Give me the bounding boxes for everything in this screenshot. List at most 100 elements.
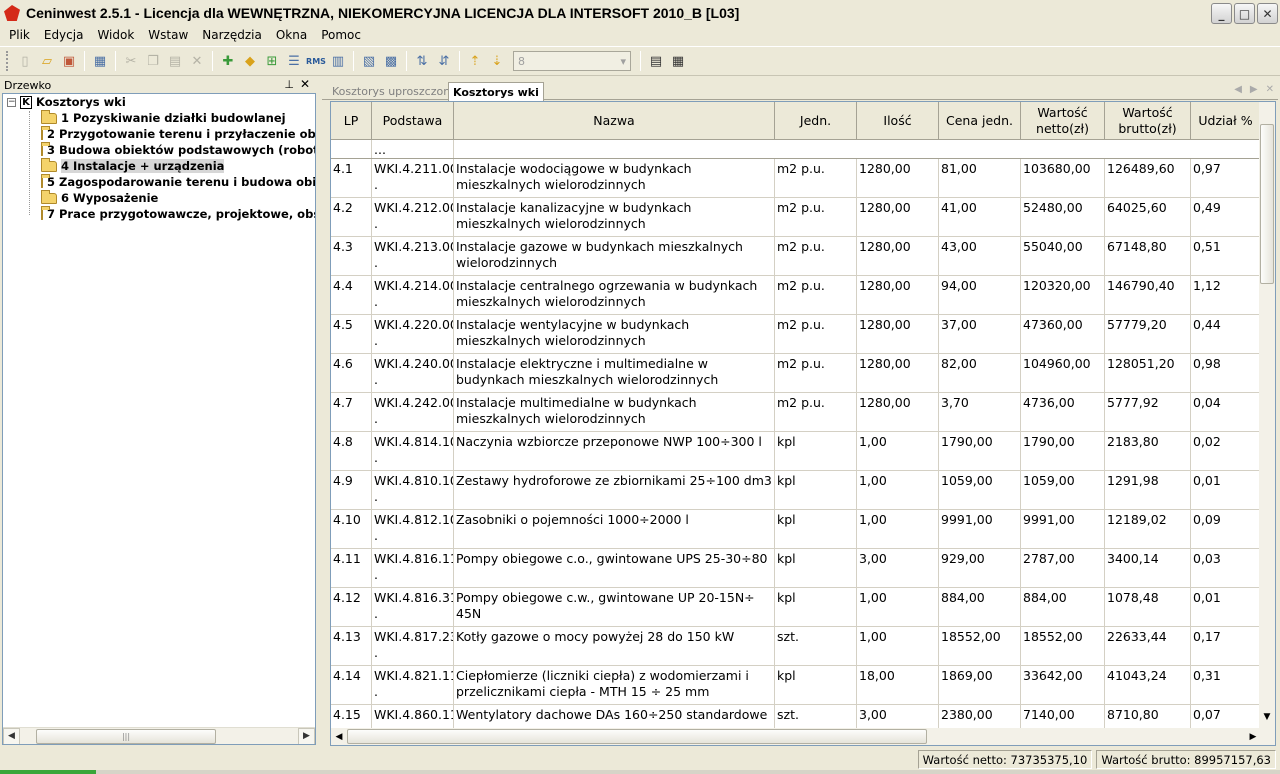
maximize-button[interactable]: □ — [1234, 3, 1255, 24]
cell-ilosc[interactable]: 3,00 — [857, 705, 939, 728]
cell-netto[interactable]: 33642,00 — [1021, 666, 1105, 704]
cell-jedn[interactable]: m2 p.u. — [775, 237, 857, 275]
cell-udzial[interactable]: 0,98 — [1191, 354, 1261, 392]
header-lp[interactable]: LP — [331, 102, 372, 139]
cell-cena[interactable]: 929,00 — [939, 549, 1021, 587]
cell-cena[interactable]: 2380,00 — [939, 705, 1021, 728]
cell-netto[interactable]: 47360,00 — [1021, 315, 1105, 353]
table-row[interactable]: 4.2 WKI.4.212.00 . Instalacje kanalizacyjn… — [331, 198, 1261, 237]
menu-okna[interactable]: Okna — [269, 28, 314, 42]
cell-netto[interactable]: 884,00 — [1021, 588, 1105, 626]
cell-brutto[interactable]: 1078,48 — [1105, 588, 1191, 626]
table-row[interactable]: 4.4 WKI.4.214.00 . Instalacje centralnego … — [331, 276, 1261, 315]
cell-nazwa[interactable]: Kotły gazowe o mocy powyżej 28 do 150 kW — [454, 627, 775, 665]
cell-netto[interactable]: 104960,00 — [1021, 354, 1105, 392]
new-file-icon[interactable]: ▯ — [15, 51, 35, 71]
cell-netto[interactable]: 52480,00 — [1021, 198, 1105, 236]
sort-descending-icon[interactable]: ⇵ — [434, 51, 454, 71]
cell-cena[interactable]: 3,70 — [939, 393, 1021, 431]
tree-item-3[interactable]: 3 Budowa obiektów podstawowych (roboty b… — [3, 141, 315, 158]
cell-brutto[interactable]: 64025,60 — [1105, 198, 1191, 236]
menu-edycja[interactable]: Edycja — [37, 28, 91, 42]
cell-udzial[interactable]: 0,17 — [1191, 627, 1261, 665]
tree-item-2[interactable]: 2 Przygotowanie terenu i przyłaczenie ob… — [3, 125, 315, 142]
cell-brutto[interactable]: 41043,24 — [1105, 666, 1191, 704]
cell-cena[interactable]: 1869,00 — [939, 666, 1021, 704]
toolbar-grip[interactable] — [6, 51, 9, 71]
export-icon[interactable]: ▦ — [90, 51, 110, 71]
cell-nazwa[interactable]: Instalacje multimedialne w budynkach mie… — [454, 393, 775, 431]
cell-nazwa[interactable]: Instalacje gazowe w budynkach mieszkalny… — [454, 237, 775, 275]
scroll-thumb[interactable] — [1260, 124, 1274, 284]
filter-cell[interactable]: ... — [372, 140, 454, 158]
rms-icon[interactable]: RMS — [306, 51, 326, 71]
cell-brutto[interactable]: 3400,14 — [1105, 549, 1191, 587]
cell-ilosc[interactable]: 1280,00 — [857, 198, 939, 236]
cell-netto[interactable]: 9991,00 — [1021, 510, 1105, 548]
cell-cena[interactable]: 9991,00 — [939, 510, 1021, 548]
cell-podstawa[interactable]: WKI.4.212.00 . — [372, 198, 454, 236]
cell-nazwa[interactable]: Instalacje centralnego ogrzewania w budy… — [454, 276, 775, 314]
table-row[interactable]: 4.11 WKI.4.816.11 . Pompy obiegowe c.o., g… — [331, 549, 1261, 588]
cell-ilosc[interactable]: 1280,00 — [857, 315, 939, 353]
cell-ilosc[interactable]: 1,00 — [857, 471, 939, 509]
cell-netto[interactable]: 18552,00 — [1021, 627, 1105, 665]
cut-icon[interactable]: ✂ — [121, 51, 141, 71]
cell-udzial[interactable]: 0,09 — [1191, 510, 1261, 548]
tree-item-7[interactable]: 7 Prace przygotowawcze, projektowe, obsł… — [3, 205, 315, 222]
tab-kosztorys-wki[interactable]: Kosztorys wki — [448, 82, 544, 101]
level-combo[interactable]: 8 ▾ — [513, 51, 631, 71]
menu-widok[interactable]: Widok — [90, 28, 141, 42]
cell-podstawa[interactable]: WKI.4.814.10 . — [372, 432, 454, 470]
paste-icon[interactable]: ▤ — [165, 51, 185, 71]
cell-cena[interactable]: 41,00 — [939, 198, 1021, 236]
cell-brutto[interactable]: 67148,80 — [1105, 237, 1191, 275]
cell-cena[interactable]: 37,00 — [939, 315, 1021, 353]
cell-netto[interactable]: 55040,00 — [1021, 237, 1105, 275]
cell-jedn[interactable]: szt. — [775, 705, 857, 728]
cell-udzial[interactable]: 0,49 — [1191, 198, 1261, 236]
cell-jedn[interactable]: kpl — [775, 432, 857, 470]
cell-lp[interactable]: 4.3 — [331, 237, 372, 275]
add-item-icon[interactable]: ✚ — [218, 51, 238, 71]
tree-root[interactable]: − K Kosztorys wki — [3, 94, 315, 110]
scroll-thumb[interactable]: ||| — [36, 728, 216, 744]
cell-nazwa[interactable]: Ciepłomierze (liczniki ciepła) z wodomie… — [454, 666, 775, 704]
cell-udzial[interactable]: 0,51 — [1191, 237, 1261, 275]
cell-lp[interactable]: 4.4 — [331, 276, 372, 314]
tree-structure-icon[interactable]: ⊞ — [262, 51, 282, 71]
scroll-right-icon[interactable]: ▶ — [298, 727, 315, 744]
cell-podstawa[interactable]: WKI.4.816.11 . — [372, 549, 454, 587]
cell-udzial[interactable]: 0,02 — [1191, 432, 1261, 470]
cell-udzial[interactable]: 0,97 — [1191, 159, 1261, 197]
table-row[interactable]: 4.1 WKI.4.211.00 . Instalacje wodociągowe … — [331, 159, 1261, 198]
cell-brutto[interactable]: 5777,92 — [1105, 393, 1191, 431]
cell-podstawa[interactable]: WKI.4.810.10 . — [372, 471, 454, 509]
header-jedn[interactable]: Jedn. — [775, 102, 857, 139]
cell-podstawa[interactable]: WKI.4.817.23 . — [372, 627, 454, 665]
report-icon[interactable]: ▤ — [646, 51, 666, 71]
cell-brutto[interactable]: 8710,80 — [1105, 705, 1191, 728]
header-cena[interactable]: Cena jedn. — [939, 102, 1021, 139]
sort-ascending-icon[interactable]: ⇅ — [412, 51, 432, 71]
cell-brutto[interactable]: 146790,40 — [1105, 276, 1191, 314]
open-folder-icon[interactable]: ▱ — [37, 51, 57, 71]
table-row[interactable]: 4.14 WKI.4.821.11 . Ciepłomierze (liczniki… — [331, 666, 1261, 705]
cell-cena[interactable]: 1059,00 — [939, 471, 1021, 509]
columns-icon[interactable]: ▧ — [359, 51, 379, 71]
cell-udzial[interactable]: 0,44 — [1191, 315, 1261, 353]
close-button[interactable]: ✕ — [1257, 3, 1278, 24]
copy-icon[interactable]: ❐ — [143, 51, 163, 71]
cell-netto[interactable]: 4736,00 — [1021, 393, 1105, 431]
cell-ilosc[interactable]: 1,00 — [857, 432, 939, 470]
cell-netto[interactable]: 103680,00 — [1021, 159, 1105, 197]
tree-item-6[interactable]: 6 Wyposażenie — [3, 189, 315, 206]
pin-icon[interactable]: ⊥ — [284, 78, 294, 91]
delete-icon[interactable]: ✕ — [187, 51, 207, 71]
cell-udzial[interactable]: 0,03 — [1191, 549, 1261, 587]
tab-close-icon[interactable]: ✕ — [1266, 84, 1274, 95]
table-row[interactable]: 4.7 WKI.4.242.00 . Instalacje multimedialn… — [331, 393, 1261, 432]
menu-pomoc[interactable]: Pomoc — [314, 28, 368, 42]
header-brutto[interactable]: Wartość brutto(zł) — [1105, 102, 1191, 139]
tab-kosztorys-uproszczony[interactable]: Kosztorys uproszczony — [328, 82, 461, 100]
